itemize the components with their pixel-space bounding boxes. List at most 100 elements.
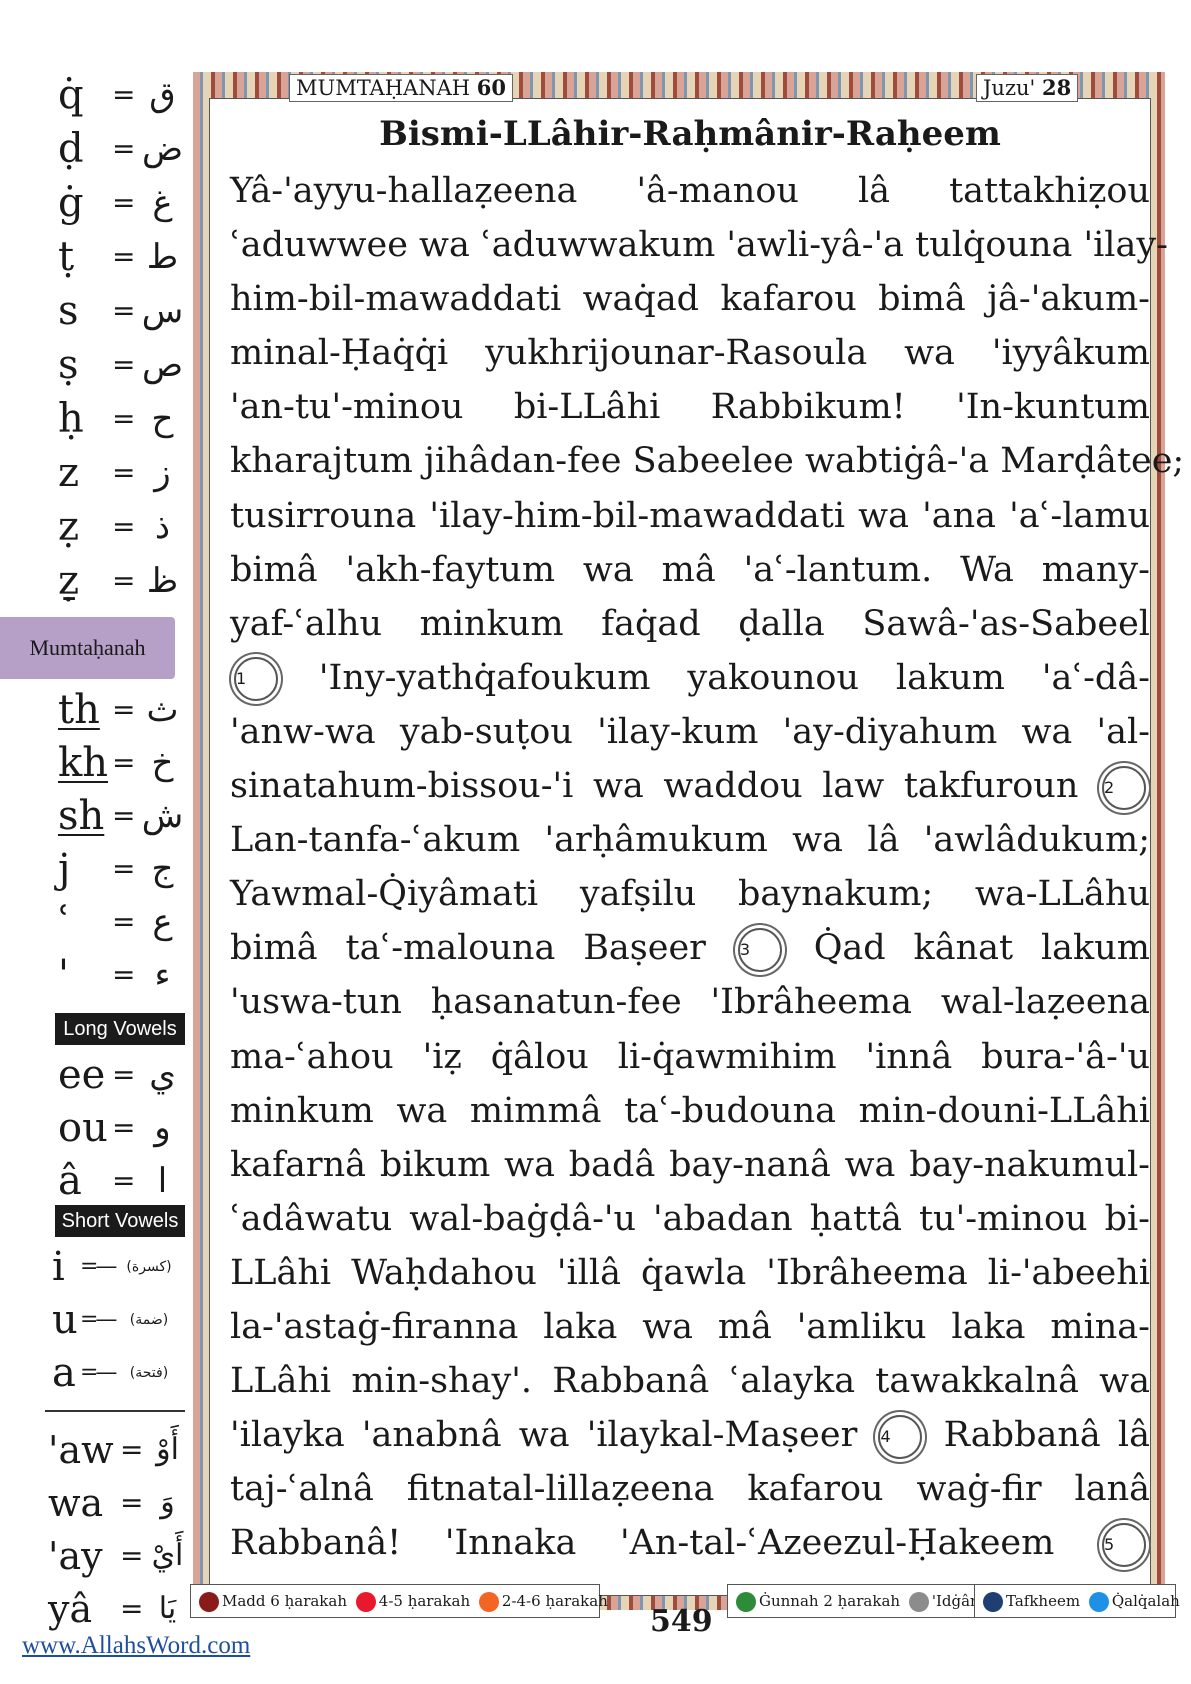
legend-arabic: ي: [149, 1055, 176, 1095]
legend-label: 2-4-6 ḥarakah: [501, 1592, 608, 1610]
legend-row: ḍ = ض: [0, 124, 185, 174]
legend-arabic: ق: [149, 75, 176, 115]
surah-title: MUMTAḤANAH 60: [289, 74, 513, 102]
line-segment: 'ilayka 'anabnâ wa 'ilaykal-Maṣeer: [230, 1415, 858, 1456]
legend-arabic: أَيْ: [151, 1538, 184, 1573]
legend-arabic: ظ: [146, 561, 179, 601]
tafkheem-legend-group: Tafkheem Q̇alq̇alah: [974, 1584, 1180, 1618]
legend-latin: yâ: [48, 1587, 93, 1631]
madd-2-4-6-dot-icon: [478, 1592, 499, 1612]
legend-equals: =: [112, 132, 136, 165]
text-line: 'ilayka 'anabnâ wa 'ilaykal-Maṣeer 4 Rab…: [230, 1408, 1150, 1462]
ghunnah-dot-icon: [736, 1592, 756, 1612]
text-line: Yâ-'ayyu-hallaẓeena 'â-manou lâ tattakhi…: [230, 171, 1150, 211]
line-segment: sinatahum-bissou-'i wa waddou law takfur…: [230, 766, 1079, 807]
text-line: bimâ 'akh-faytum wa mâ 'aʿ-lantum. Wa ma…: [230, 549, 1150, 590]
legend-label: Madd 6 ḥarakah: [222, 1592, 347, 1610]
legend-arabic: س: [141, 291, 184, 331]
ayah-marker-icon: 2: [1101, 765, 1146, 810]
text-line: Yawmal-Q̇iyâmati yafṣilu baynakum; wa-LL…: [230, 874, 1150, 915]
line-segment: 'Iny-yathq̇afoukum yakounou lakum 'aʿ-dâ…: [318, 657, 1150, 698]
legend-label: Q̇alq̇alah: [1111, 1592, 1180, 1610]
page-number: 549: [650, 1604, 713, 1639]
legend-arabic: ج: [151, 849, 174, 889]
legend-row: j = ج: [0, 844, 185, 894]
legend-equals: =: [112, 1111, 136, 1144]
legend-latin: â: [58, 1158, 82, 1204]
text-line: ʿadâwatu wal-baġḍâ-'u 'abadan ḥattâ tu'-…: [230, 1198, 1150, 1239]
madd-6-dot-icon: [199, 1592, 219, 1612]
legend-arabic: ض: [141, 129, 184, 169]
legend-equals: =: [112, 799, 136, 832]
juz-number: 28: [1042, 75, 1072, 100]
legend-equals: =: [112, 905, 136, 938]
legend-latin: a: [52, 1350, 76, 1396]
legend-row: ' = ء: [0, 950, 185, 1000]
legend-row: a =— (فتحة): [0, 1348, 185, 1398]
legend-equals: =: [112, 564, 136, 597]
legend-equals: =: [112, 186, 136, 219]
legend-latin: ẓ̱: [58, 558, 80, 604]
legend-latin: ẓ: [58, 504, 80, 550]
text-line: kafarnâ bikum wa badâ bay-nanâ wa bay-na…: [230, 1144, 1150, 1185]
legend-arabic: خ: [151, 743, 174, 783]
tafkheem-dot-icon: [983, 1592, 1003, 1612]
legend-row: th = ث: [0, 685, 185, 735]
legend-arabic: (كسرة): [126, 1259, 172, 1275]
text-line: yaf-ʿalhu minkum faq̇ad ḍalla Sawâ-'as-S…: [230, 603, 1150, 644]
text-line: minal-Ḥaq̇q̇i yukhrijounar-Rasoula wa 'i…: [230, 333, 1150, 374]
legend-equals: =: [112, 1058, 136, 1091]
legend-equals: =: [112, 510, 136, 543]
legend-row: 'aw = أَوْ: [0, 1425, 185, 1475]
legend-equals: =: [112, 348, 136, 381]
legend-latin: u: [52, 1297, 78, 1343]
ghunnah-legend-group: Ġunnah 2 ḥarakah 'Idġâm: [727, 1584, 984, 1618]
juz-indicator: Juzu' 28: [976, 74, 1079, 102]
legend-row: ee = ي: [0, 1050, 185, 1100]
legend-row: wa = وَ: [0, 1478, 185, 1528]
text-line: 'anw-wa yab-suṭou 'ilay-kum 'ay-diyahum …: [230, 711, 1150, 752]
legend-row: ḥ = ح: [0, 394, 185, 444]
legend-row: s = س: [0, 286, 185, 336]
website-link[interactable]: www.AllahsWord.com: [22, 1632, 250, 1660]
legend-equals: =: [112, 958, 136, 991]
text-line: taj-ʿalnâ fitnatal-lillaẓeena kafarou wa…: [230, 1469, 1150, 1510]
legend-row: kh = خ: [0, 738, 185, 788]
text-line: him-bil-mawaddati waq̇ad kafarou bimâ jâ…: [230, 279, 1150, 320]
legend-row: i =— (كسرة): [0, 1242, 185, 1292]
page-header: MUMTAḤANAH 60 Juzu' 28: [193, 72, 1165, 102]
legend-latin: 'ay: [48, 1534, 103, 1578]
legend-equals: =: [120, 1592, 144, 1625]
legend-row: q̇ = ق: [0, 70, 185, 120]
ayah-marker-icon: 1: [234, 657, 278, 702]
text-line: 1 'Iny-yathq̇afoukum yakounou lakum 'aʿ-…: [230, 651, 1150, 705]
surah-tab[interactable]: Mumtaḥanah: [0, 617, 175, 679]
legend-equals: =: [120, 1539, 144, 1572]
legend-arabic: أَوْ: [156, 1432, 179, 1467]
text-line: LLâhi Waḥdahou 'illâ q̇awla 'Ibrâheema l…: [230, 1252, 1150, 1293]
legend-row: u =— (ضمة): [0, 1295, 185, 1345]
qalqalah-dot-icon: [1088, 1592, 1109, 1612]
legend-equals: =: [112, 240, 136, 273]
line-segment: Rabbanâ lâ: [943, 1415, 1150, 1456]
legend-arabic: (ضمة): [129, 1312, 169, 1328]
legend-row: ou = و: [0, 1103, 185, 1153]
legend-equals: =—: [80, 1254, 117, 1279]
legend-arabic: ز: [154, 453, 171, 493]
legend-latin: ṣ: [58, 342, 79, 388]
legend-latin: ṭ: [58, 234, 75, 280]
legend-arabic: ث: [146, 690, 179, 730]
legend-latin: q̇: [58, 72, 84, 118]
ayah-marker-icon: 5: [1102, 1522, 1146, 1567]
legend-row: â = ا: [0, 1156, 185, 1206]
legend-equals: =: [112, 693, 136, 726]
text-line: Rabbanâ! 'Innaka 'An-tal-ʿAzeezul-Ḥakeem…: [230, 1516, 1150, 1570]
legend-latin: ḥ: [58, 396, 84, 442]
legend-row: 'ay = أَيْ: [0, 1531, 185, 1581]
text-line: 'uswa-tun ḥasanatun-fee 'Ibrâheema wal-l…: [230, 982, 1150, 1023]
legend-latin: wa: [48, 1481, 104, 1525]
text-line: 'an-tu'-minou bi-LLâhi Rabbikum! 'In-kun…: [230, 387, 1150, 428]
text-line: tusirrouna 'ilay-him-bil-mawaddati wa 'a…: [230, 495, 1150, 536]
legend-equals: =: [112, 852, 136, 885]
legend-equals: =: [112, 402, 136, 435]
